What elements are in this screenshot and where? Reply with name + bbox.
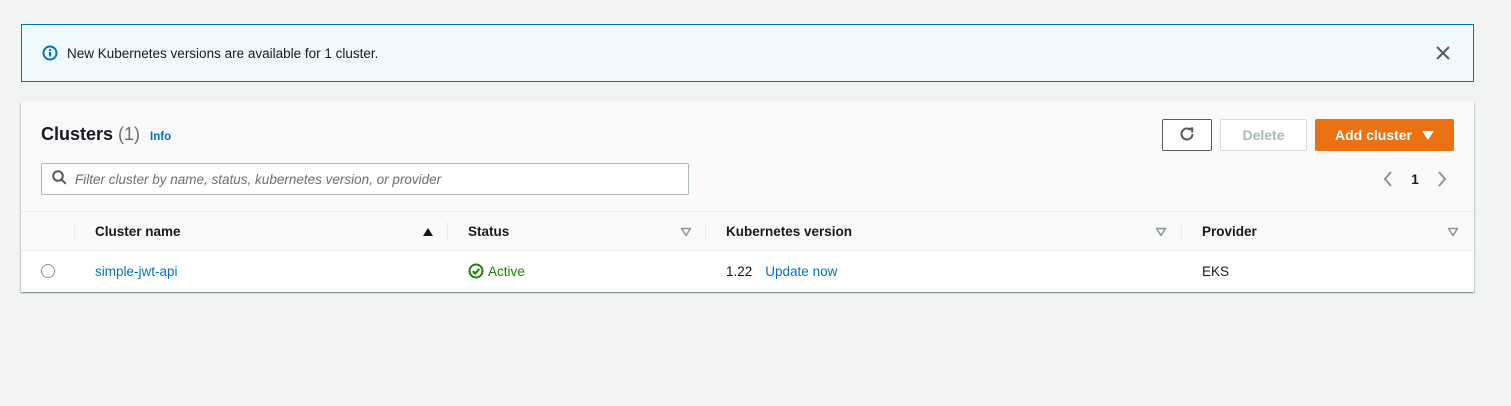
column-header-kubernetes-version[interactable]: Kubernetes version bbox=[726, 212, 852, 251]
delete-button[interactable]: Delete bbox=[1220, 119, 1307, 151]
add-cluster-button[interactable]: Add cluster bbox=[1315, 119, 1454, 151]
pagination: 1 bbox=[1380, 168, 1450, 190]
update-now-link[interactable]: Update now bbox=[765, 264, 837, 279]
caret-down-icon bbox=[1422, 130, 1434, 140]
sort-ascending-icon[interactable] bbox=[422, 226, 434, 238]
status-badge: Active bbox=[468, 263, 525, 279]
provider-text: EKS bbox=[1202, 263, 1230, 279]
column-label: Kubernetes version bbox=[726, 224, 853, 239]
add-cluster-label: Add cluster bbox=[1334, 127, 1412, 143]
search-icon bbox=[52, 170, 67, 188]
column-header-status[interactable]: Status bbox=[468, 212, 509, 251]
column-label: Status bbox=[468, 224, 510, 239]
info-circle-icon bbox=[41, 44, 59, 62]
status-text: Active bbox=[488, 263, 525, 279]
table-header: Cluster name Status Kubernetes version P… bbox=[21, 212, 1474, 251]
sort-icon[interactable] bbox=[1447, 226, 1459, 238]
chevron-left-icon[interactable] bbox=[1380, 169, 1396, 189]
version-cell: 1.22 Update now bbox=[726, 251, 837, 291]
clusters-count: (1) bbox=[118, 124, 141, 144]
column-header-cluster-name[interactable]: Cluster name bbox=[95, 212, 181, 251]
provider-cell: EKS bbox=[1202, 251, 1229, 291]
column-separator bbox=[74, 222, 75, 241]
flash-notification: New Kubernetes versions are available fo… bbox=[21, 24, 1474, 82]
page-title: Clusters (1) Info bbox=[41, 124, 171, 145]
page-number[interactable]: 1 bbox=[1396, 172, 1434, 187]
close-icon[interactable] bbox=[1433, 43, 1453, 63]
check-circle-icon bbox=[468, 263, 484, 279]
refresh-button[interactable] bbox=[1162, 119, 1212, 151]
status-cell: Active bbox=[468, 251, 525, 291]
cluster-name-link[interactable]: simple-jwt-api bbox=[95, 264, 178, 279]
clusters-title: Clusters bbox=[41, 124, 114, 144]
clusters-header: Clusters (1) Info Delete Add cluster Fil… bbox=[21, 102, 1474, 212]
row-select-cell bbox=[41, 251, 55, 291]
flash-message: New Kubernetes versions are available fo… bbox=[67, 45, 379, 61]
sort-icon[interactable] bbox=[1155, 226, 1167, 238]
row-radio-button[interactable] bbox=[41, 264, 55, 278]
column-header-provider[interactable]: Provider bbox=[1202, 212, 1257, 251]
search-input[interactable] bbox=[75, 171, 665, 187]
info-link[interactable]: Info bbox=[150, 131, 171, 143]
column-separator bbox=[705, 222, 706, 241]
clusters-container: Clusters (1) Info Delete Add cluster Fil… bbox=[21, 102, 1474, 292]
chevron-right-icon[interactable] bbox=[1434, 169, 1450, 189]
column-label: Provider bbox=[1202, 224, 1257, 239]
version-text: 1.22 bbox=[726, 263, 753, 279]
column-separator bbox=[1181, 222, 1182, 241]
column-separator bbox=[447, 222, 448, 241]
refresh-icon bbox=[1178, 125, 1196, 146]
sort-icon[interactable] bbox=[680, 226, 692, 238]
table-row: simple-jwt-api Active 1.22 Update now EK… bbox=[21, 251, 1474, 291]
cluster-name-cell: simple-jwt-api bbox=[95, 251, 178, 291]
column-label: Cluster name bbox=[95, 224, 181, 239]
search-box[interactable] bbox=[41, 163, 689, 195]
